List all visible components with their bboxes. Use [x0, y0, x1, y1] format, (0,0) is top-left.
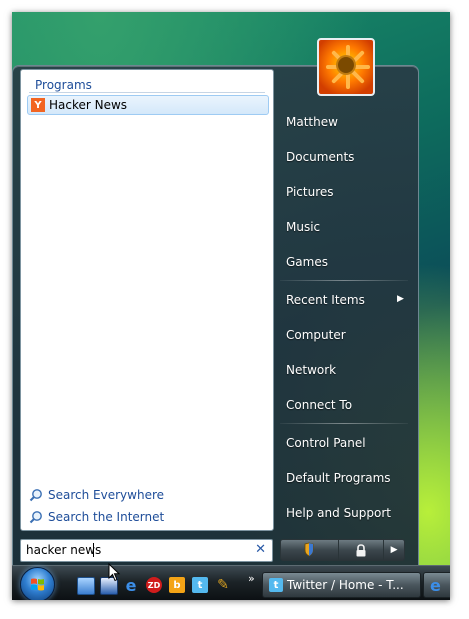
- lock-button[interactable]: [338, 539, 385, 561]
- zd-icon[interactable]: ZD: [146, 577, 162, 593]
- clear-search-icon[interactable]: ✕: [255, 542, 266, 557]
- search-everywhere-label: Search Everywhere: [48, 488, 164, 502]
- programs-header: Programs: [35, 78, 92, 92]
- power-button-group: ▶: [280, 539, 405, 561]
- rss-reader-icon[interactable]: b: [169, 577, 185, 593]
- desktop: Programs Y Hacker News Search Everywhere…: [12, 12, 450, 600]
- search-results-pane: Programs Y Hacker News Search Everywhere…: [20, 69, 274, 531]
- internet-explorer-icon[interactable]: e: [123, 576, 139, 595]
- magnifier-icon: [29, 489, 42, 502]
- start-search-input[interactable]: hacker news ✕: [20, 539, 273, 562]
- start-button[interactable]: [20, 567, 55, 600]
- text-caret: [93, 543, 94, 557]
- programs-divider: [29, 92, 265, 93]
- result-item-label: Hacker News: [49, 98, 128, 112]
- taskbar-button-twitter[interactable]: t Twitter / Home - T...: [262, 572, 421, 598]
- arrow-right-icon: ▶: [390, 545, 398, 555]
- lock-icon: [356, 543, 366, 556]
- right-item-control-panel[interactable]: Control Panel: [286, 436, 366, 450]
- twitter-icon: t: [269, 578, 283, 592]
- search-internet-link[interactable]: Search the Internet: [29, 510, 164, 524]
- y-combinator-icon: Y: [31, 98, 45, 112]
- right-item-pictures[interactable]: Pictures: [286, 185, 334, 199]
- right-item-computer[interactable]: Computer: [286, 328, 346, 342]
- pencil-icon[interactable]: ✎: [215, 577, 231, 593]
- right-item-recent-items[interactable]: Recent Items: [286, 293, 365, 307]
- internet-explorer-icon: e: [430, 576, 441, 595]
- task-label: Twitter / Home - T...: [287, 578, 404, 592]
- right-item-games[interactable]: Games: [286, 255, 328, 269]
- shutdown-options-button[interactable]: ▶: [384, 539, 405, 561]
- submenu-arrow-icon: ▶: [397, 294, 404, 304]
- power-button[interactable]: [280, 539, 339, 561]
- right-divider: [280, 423, 408, 424]
- magnifier-icon: [29, 511, 42, 524]
- right-item-network[interactable]: Network: [286, 363, 336, 377]
- search-internet-label: Search the Internet: [48, 510, 165, 524]
- right-item-connect-to[interactable]: Connect To: [286, 398, 352, 412]
- quicklaunch-more-button[interactable]: »: [248, 572, 255, 585]
- twitter-icon[interactable]: t: [192, 577, 208, 593]
- show-desktop-icon[interactable]: [77, 577, 95, 595]
- right-item-documents[interactable]: Documents: [286, 150, 354, 164]
- right-item-user[interactable]: Matthew: [286, 115, 338, 129]
- taskbar: e ZD b t ✎ » t Twitter / Home - T... e: [12, 565, 450, 600]
- right-item-music[interactable]: Music: [286, 220, 320, 234]
- mouse-cursor-icon: [108, 563, 121, 582]
- flower-center: [338, 57, 354, 73]
- right-divider: [280, 280, 408, 281]
- right-item-help-support[interactable]: Help and Support: [286, 506, 391, 520]
- search-everywhere-link[interactable]: Search Everywhere: [29, 488, 164, 502]
- user-picture[interactable]: [317, 38, 375, 96]
- taskbar-button-ie[interactable]: e: [423, 572, 450, 598]
- shield-power-icon: [304, 542, 314, 557]
- search-input-value[interactable]: hacker news: [26, 543, 101, 557]
- result-item-hacker-news[interactable]: Y Hacker News: [27, 95, 269, 115]
- right-item-default-programs[interactable]: Default Programs: [286, 471, 391, 485]
- windows-logo-icon: [31, 578, 44, 591]
